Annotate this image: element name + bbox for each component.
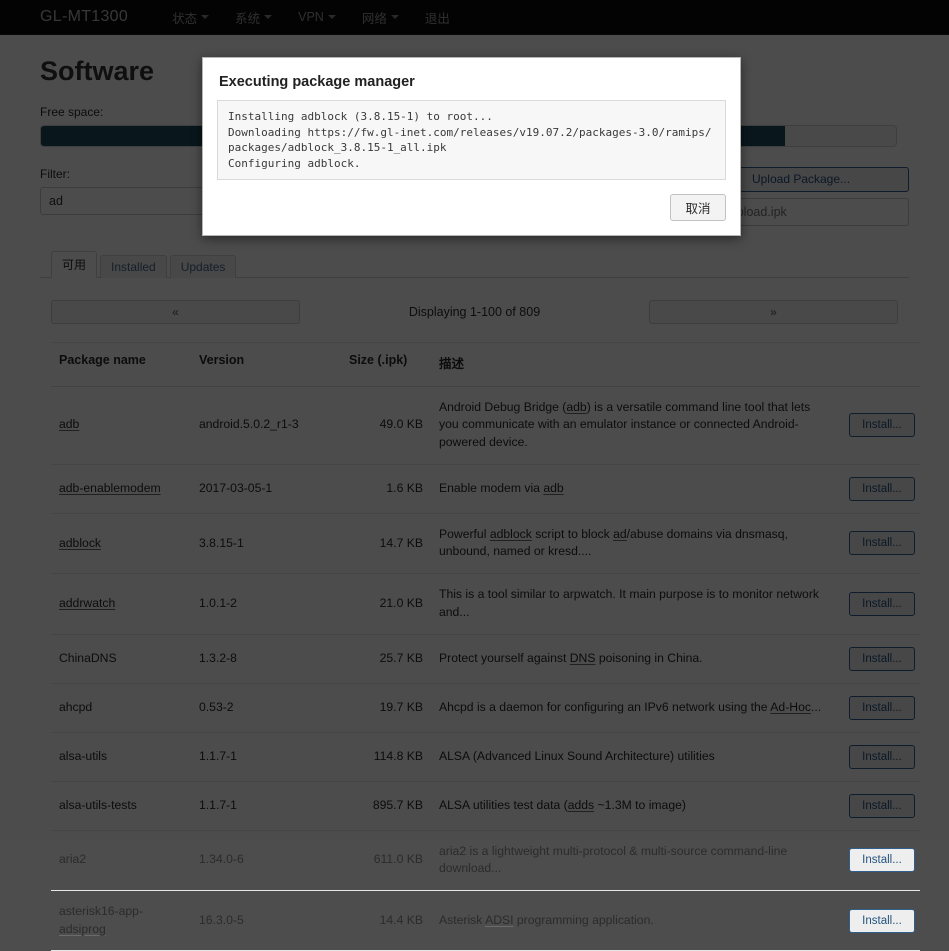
table-row: aria2 1.34.0-6 611.0 KB aria2 is a lightwei… [51,830,920,891]
cell-description: aria2 is a lightweight multi-protocol & … [431,830,841,891]
cell-size: 14.4 KB [341,890,431,951]
table-row: asterisk16-app-adsiprog 16.3.0-5 14.4 KB As… [51,890,920,951]
cell-package-name: asterisk16-app-adsiprog [51,890,191,951]
cell-action: Install... [841,890,920,951]
cell-version: 1.34.0-6 [191,830,341,891]
cell-version: 16.3.0-5 [191,890,341,951]
cell-size: 611.0 KB [341,830,431,891]
install-button[interactable]: Install... [849,848,915,873]
dialog-title: Executing package manager [219,74,415,90]
install-button[interactable]: Install... [849,908,915,933]
cell-action: Install... [841,830,920,891]
dialog-footer: 取消 [217,194,726,222]
package-manager-dialog: Executing package manager Installing adb… [202,57,741,237]
cancel-button[interactable]: 取消 [670,194,726,222]
dialog-log-output: Installing adblock (3.8.15-1) to root...… [217,100,726,181]
cell-description: Asterisk ADSI programming application. [431,890,841,951]
cell-package-name: aria2 [51,830,191,891]
